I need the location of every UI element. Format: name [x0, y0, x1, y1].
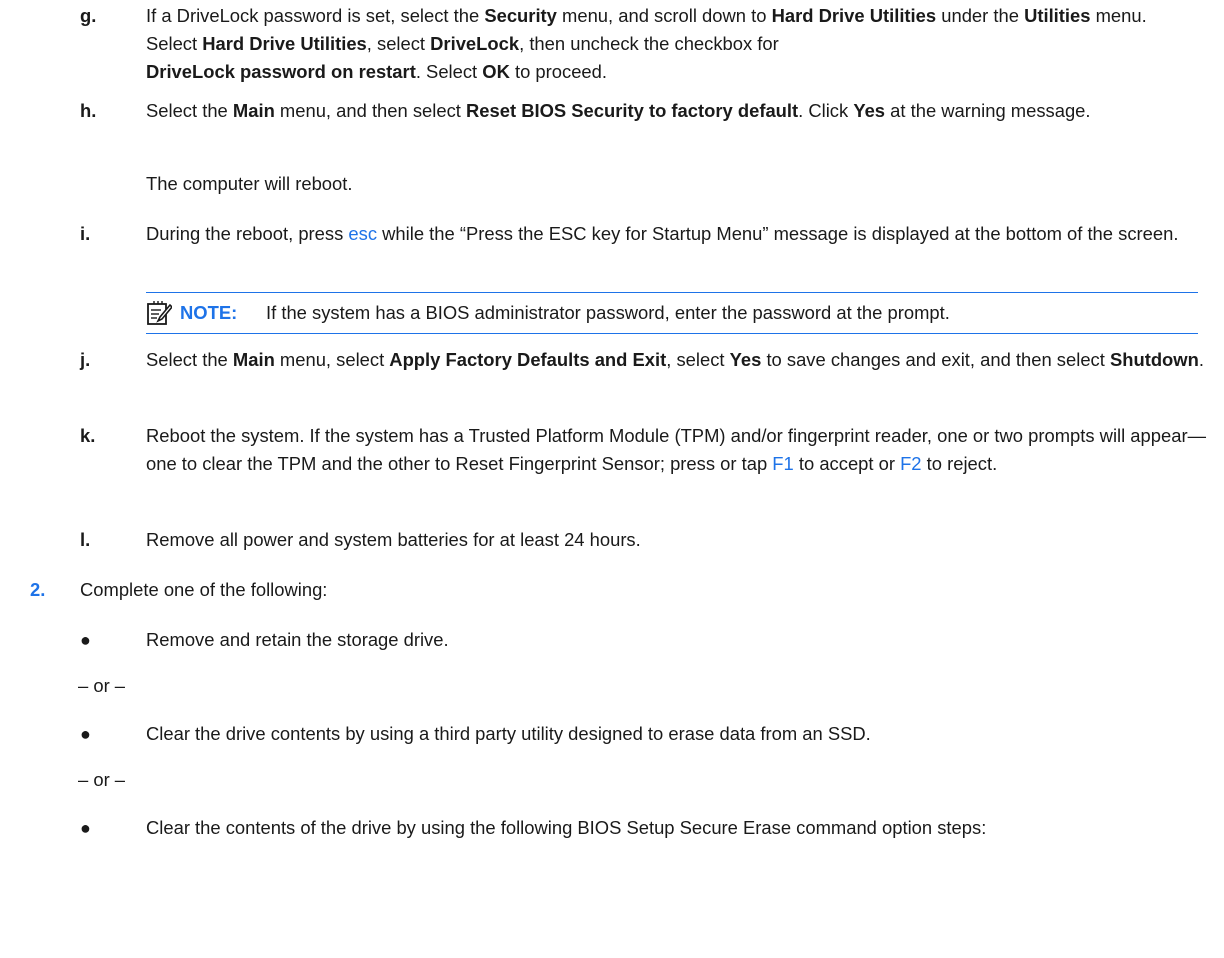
step-text: while the “Press the ESC key for Startup…	[377, 223, 1179, 244]
step-text: to reject.	[921, 453, 998, 474]
note-box: NOTE: If the system has a BIOS administr…	[146, 292, 1198, 334]
step-text: to accept or	[793, 453, 901, 474]
step-text: . Click	[798, 100, 854, 121]
step-text: Reboot the system. If the system has a T…	[146, 425, 1206, 474]
list-item: ● Clear the drive contents by using a th…	[80, 720, 1200, 748]
step-body: During the reboot, press esc while the “…	[146, 220, 1186, 248]
key-name: F2	[900, 453, 922, 474]
step-text: menu, select	[274, 349, 390, 370]
step-body: Reboot the system. If the system has a T…	[146, 422, 1206, 478]
step-text: .	[1198, 349, 1204, 370]
step-h-followup: The computer will reboot.	[146, 173, 353, 194]
step-text: menu, and scroll down to	[556, 5, 772, 26]
step-j: j. Select the Main menu, select Apply Fa…	[80, 346, 1204, 374]
step-k: k. Reboot the system. If the system has …	[80, 422, 1206, 478]
step-text: , then uncheck the checkbox for	[519, 33, 779, 54]
step-2: 2. Complete one of the following:	[30, 576, 1210, 604]
step-text: Select the	[146, 349, 233, 370]
step-body: Complete one of the following:	[80, 579, 328, 600]
note-text: If the system has a BIOS administrator p…	[266, 302, 950, 323]
bullet-icon: ●	[80, 724, 91, 744]
bullet-icon: ●	[80, 630, 91, 650]
menu-name: Shutdown	[1109, 349, 1199, 370]
note-label: NOTE:	[180, 302, 238, 323]
step-text: Select the	[146, 100, 233, 121]
step-text: During the reboot, press	[146, 223, 349, 244]
step-body: Remove all power and system batteries fo…	[146, 529, 641, 550]
step-marker: h.	[80, 100, 97, 121]
step-text: to proceed.	[509, 61, 608, 82]
menu-name: Hard Drive Utilities	[771, 5, 937, 26]
menu-name: Hard Drive Utilities	[202, 33, 367, 54]
list-item-text: Clear the drive contents by using a thir…	[146, 723, 871, 744]
step-text: menu, and then select	[274, 100, 466, 121]
step-marker: i.	[80, 223, 91, 244]
menu-name: Yes	[853, 100, 886, 121]
document-page: g. If a DriveLock password is set, selec…	[0, 0, 1224, 958]
menu-name: DriveLock password on restart	[146, 61, 416, 82]
step-body: Select the Main menu, and then select Re…	[146, 97, 1206, 125]
list-item: ● Remove and retain the storage drive.	[80, 626, 1200, 654]
key-name: F1	[772, 453, 794, 474]
step-i: i. During the reboot, press esc while th…	[80, 220, 1200, 248]
list-item-text: Remove and retain the storage drive.	[146, 629, 449, 650]
list-item-text: Clear the contents of the drive by using…	[146, 817, 987, 838]
step-text: , select	[666, 349, 730, 370]
menu-name: DriveLock	[430, 33, 520, 54]
note-icon	[147, 301, 172, 325]
list-item: ● Clear the contents of the drive by usi…	[80, 814, 1200, 842]
or-separator: – or –	[78, 769, 126, 790]
menu-name: Reset BIOS Security to factory default	[466, 100, 799, 121]
step-text: under the	[936, 5, 1025, 26]
step-marker: k.	[80, 425, 96, 446]
step-marker: l.	[80, 529, 91, 550]
menu-name: Yes	[729, 349, 762, 370]
menu-name: Main	[232, 100, 275, 121]
step-h: h. Select the Main menu, and then select…	[80, 97, 1200, 125]
or-separator: – or –	[78, 675, 126, 696]
menu-name: OK	[482, 61, 510, 82]
step-text: If a DriveLock password is set, select t…	[146, 5, 485, 26]
menu-name: Main	[232, 349, 275, 370]
menu-name: Utilities	[1024, 5, 1091, 26]
step-marker: j.	[80, 349, 91, 370]
step-text: to save changes and exit, and then selec…	[761, 349, 1110, 370]
step-marker: g.	[80, 5, 97, 26]
step-text: . Select	[415, 61, 483, 82]
key-name: esc	[348, 223, 378, 244]
step-l: l. Remove all power and system batteries…	[80, 526, 1200, 554]
step-body: Select the Main menu, select Apply Facto…	[146, 346, 1206, 374]
menu-name: Apply Factory Defaults and Exit	[389, 349, 667, 370]
step-number: 2.	[30, 579, 46, 600]
bullet-icon: ●	[80, 818, 91, 838]
menu-name: Security	[484, 5, 557, 26]
step-text: , select	[366, 33, 431, 54]
step-body: If a DriveLock password is set, select t…	[146, 2, 1186, 86]
step-text: at the warning message.	[885, 100, 1091, 121]
step-g: g. If a DriveLock password is set, selec…	[80, 2, 1200, 86]
